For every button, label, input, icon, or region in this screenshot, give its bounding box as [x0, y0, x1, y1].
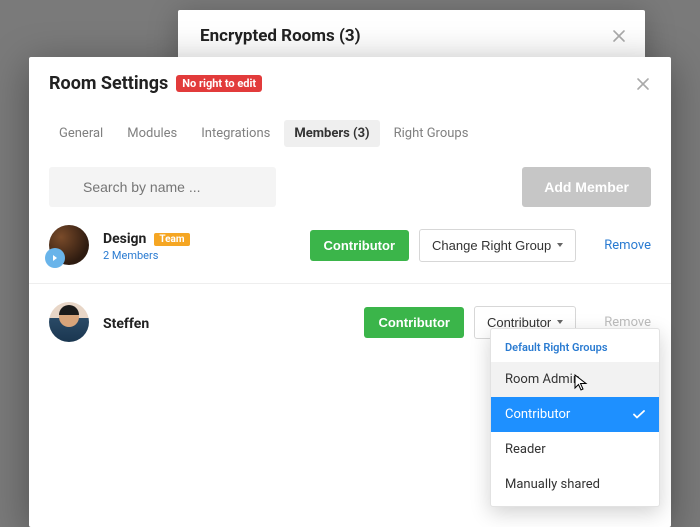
change-right-group-label: Change Right Group	[432, 238, 551, 253]
tab-members[interactable]: Members (3)	[284, 120, 379, 147]
dropdown-item-contributor[interactable]: Contributor	[491, 397, 659, 432]
dropdown-item-room-admin[interactable]: Room Admin	[491, 362, 659, 397]
dropdown-item-manually-shared[interactable]: Manually shared	[491, 467, 659, 502]
member-name-line: Design Team	[103, 228, 190, 247]
tabs: General Modules Integrations Members (3)…	[29, 100, 671, 147]
modal-title: Room Settings	[49, 73, 168, 94]
change-right-group-button[interactable]: Change Right Group	[419, 229, 576, 262]
dropdown-item-label: Contributor	[505, 407, 570, 422]
dropdown-item-label: Reader	[505, 442, 546, 457]
chevron-down-icon	[557, 320, 563, 324]
remove-link[interactable]: Remove	[604, 238, 651, 253]
tab-right-groups[interactable]: Right Groups	[384, 120, 479, 147]
add-member-button[interactable]: Add Member	[522, 167, 651, 207]
members-toolbar: Add Member	[29, 147, 671, 207]
dropdown-item-label: Room Admin	[505, 372, 580, 387]
avatar	[49, 302, 89, 342]
modal-header: Room Settings No right to edit	[29, 57, 671, 100]
sub-avatar	[45, 248, 65, 268]
dropdown-header: Default Right Groups	[491, 335, 659, 362]
tab-integrations[interactable]: Integrations	[191, 120, 280, 147]
close-icon[interactable]	[635, 76, 651, 92]
dropdown-item-label: Manually shared	[505, 477, 600, 492]
search-input[interactable]	[49, 167, 276, 207]
chevron-down-icon	[557, 243, 563, 247]
close-icon[interactable]	[611, 28, 627, 44]
member-row: Design Team 2 Members Contributor Change…	[29, 207, 671, 284]
encrypted-rooms-title: Encrypted Rooms (3)	[200, 26, 623, 46]
role-badge[interactable]: Contributor	[364, 307, 463, 338]
member-sub[interactable]: 2 Members	[103, 249, 190, 262]
check-icon	[633, 410, 645, 419]
dropdown-item-reader[interactable]: Reader	[491, 432, 659, 467]
no-right-badge: No right to edit	[176, 75, 262, 92]
role-badge[interactable]: Contributor	[310, 230, 409, 261]
right-group-dropdown: Default Right Groups Room Admin Contribu…	[490, 328, 660, 507]
team-tag: Team	[154, 233, 189, 246]
avatar	[49, 225, 89, 265]
tab-general[interactable]: General	[49, 120, 113, 147]
member-name: Steffen	[103, 316, 149, 332]
tab-modules[interactable]: Modules	[117, 120, 187, 147]
member-name: Design	[103, 231, 146, 247]
search-wrap	[49, 167, 512, 207]
